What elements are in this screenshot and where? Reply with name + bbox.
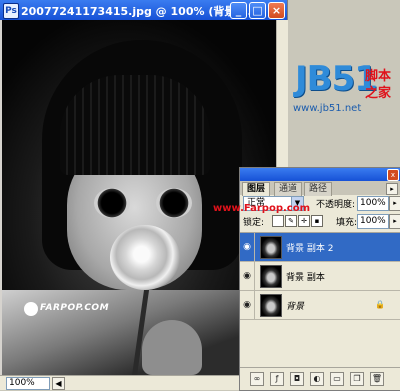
panel-tabs: 图层 通道 路径 ▸ (240, 181, 400, 196)
photoshop-doc-icon: Ps (3, 3, 19, 19)
watermark-logo-icon (24, 302, 38, 316)
photo-left-eye (94, 188, 130, 218)
close-button[interactable]: × (268, 2, 285, 19)
layer-link-cell[interactable] (255, 233, 259, 261)
tab-layers[interactable]: 图层 (242, 182, 271, 196)
opacity-slider-arrow-icon[interactable]: ▸ (389, 196, 400, 211)
adjustment-layer-icon[interactable]: ◐ (310, 372, 324, 386)
layer-name: 背景 副本 (286, 273, 325, 283)
lock-fill-row: 锁定: ✎ ✛ ▪ 填充: 100% ▸ (240, 214, 400, 230)
layer-link-cell[interactable] (255, 291, 259, 319)
lock-all-checkbox[interactable]: ▪ (311, 215, 323, 227)
panel-bottom-toolbar: ∞ ƒ ◘ ◐ ▭ ❐ 🗑 (240, 367, 400, 390)
photo-watermark: FARPOP.COM (40, 303, 110, 313)
lock-position-checkbox[interactable]: ✛ (298, 215, 310, 227)
image-canvas[interactable]: FARPOP.COM (2, 20, 276, 375)
photo-rose (110, 225, 180, 290)
fill-slider-arrow-icon[interactable]: ▸ (389, 214, 400, 229)
layer-thumbnail (260, 294, 282, 317)
zoom-field[interactable]: 100% (6, 377, 50, 390)
fill-label: 填充: (336, 218, 358, 228)
delete-layer-icon[interactable]: 🗑 (370, 372, 384, 386)
photo-hand (142, 320, 202, 375)
layer-row-copy2[interactable]: ◉ 背景 副本 2 (240, 233, 400, 262)
layers-panel: x 图层 通道 路径 ▸ 正常 ▼ 不透明度: 100% ▸ 锁定: ✎ ✛ ▪… (239, 167, 400, 391)
lock-image-checkbox[interactable]: ✎ (285, 215, 297, 227)
tab-channels[interactable]: 通道 (274, 182, 303, 196)
layers-list: ◉ 背景 副本 2 ◉ 背景 副本 ◉ 背景 🔒 (240, 232, 400, 367)
panel-menu-button[interactable]: ▸ (386, 183, 398, 195)
opacity-label: 不透明度: (316, 200, 356, 210)
new-group-icon[interactable]: ▭ (330, 372, 344, 386)
layer-name: 背景 (286, 302, 305, 312)
layer-link-cell[interactable] (255, 262, 259, 290)
visibility-eye-icon[interactable]: ◉ (240, 262, 255, 290)
maximize-button[interactable]: □ (249, 2, 266, 19)
overlay-site-url: www.Farpop.com (213, 203, 311, 214)
visibility-eye-icon[interactable]: ◉ (240, 233, 255, 261)
fill-field[interactable]: 100% (357, 214, 389, 229)
layer-name: 背景 副本 2 (286, 244, 334, 254)
panel-title-bar[interactable]: x (240, 168, 400, 181)
layer-row-background[interactable]: ◉ 背景 🔒 (240, 291, 400, 320)
layer-thumbnail (260, 265, 282, 288)
logo-cn-line2: 之家 (365, 86, 392, 101)
tab-paths[interactable]: 路径 (304, 182, 333, 196)
document-title: 20077241173415.jpg @ 100% (背景 ... (21, 5, 252, 18)
document-title-bar[interactable]: Ps 20077241173415.jpg @ 100% (背景 ... _ □… (0, 0, 287, 20)
lock-transparency-checkbox[interactable] (272, 215, 284, 227)
logo-url: www.jb51.net (293, 103, 362, 114)
add-mask-icon[interactable]: ◘ (290, 372, 304, 386)
new-layer-icon[interactable]: ❐ (350, 372, 364, 386)
status-menu-arrow-icon[interactable]: ◀ (52, 377, 65, 390)
lock-label: 锁定: (243, 218, 265, 228)
photo-bangs (60, 75, 210, 175)
layer-style-icon[interactable]: ƒ (270, 372, 284, 386)
layer-row-copy[interactable]: ◉ 背景 副本 (240, 262, 400, 291)
panel-close-button[interactable]: x (387, 169, 399, 181)
opacity-field[interactable]: 100% (357, 196, 389, 211)
photo-right-eye (156, 188, 192, 218)
layer-thumbnail (260, 236, 282, 259)
lock-icon: 🔒 (375, 300, 385, 309)
minimize-button[interactable]: _ (230, 2, 247, 19)
visibility-eye-icon[interactable]: ◉ (240, 291, 255, 319)
link-layers-icon[interactable]: ∞ (250, 372, 264, 386)
site-logo: JB51 脚本 之家 www.jb51.net (287, 55, 400, 125)
